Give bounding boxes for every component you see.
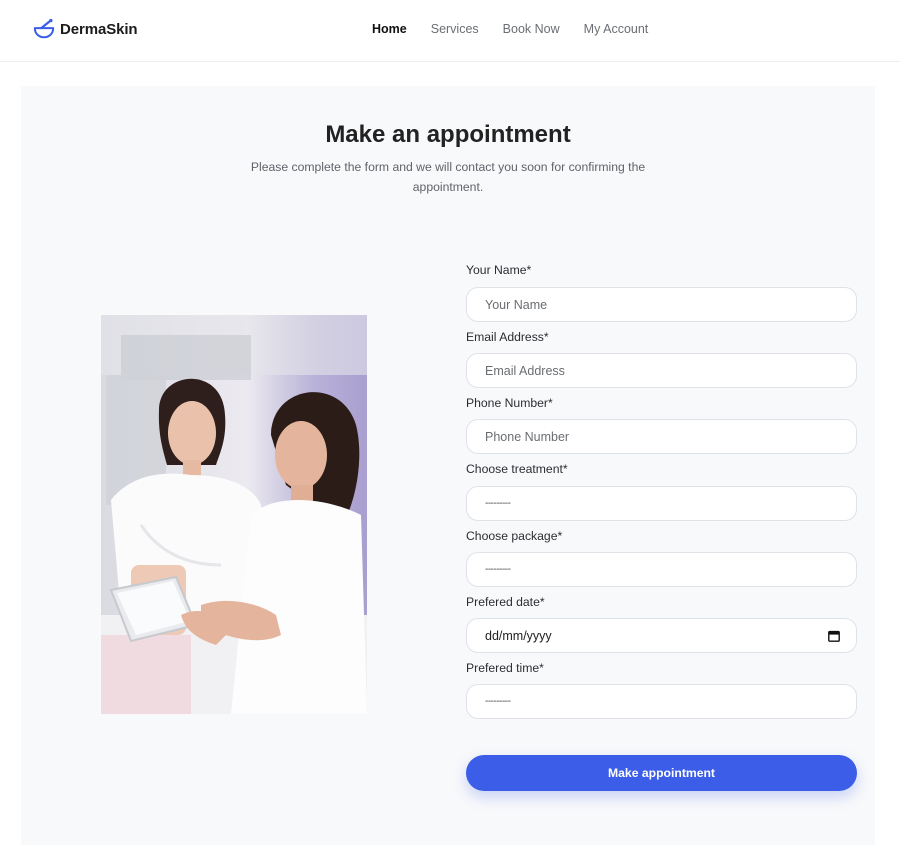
date-label: Prefered date* bbox=[466, 595, 545, 609]
nav-home[interactable]: Home bbox=[372, 22, 407, 36]
email-field[interactable] bbox=[466, 353, 857, 388]
time-label: Prefered time* bbox=[466, 661, 544, 675]
package-label: Choose package* bbox=[466, 529, 563, 543]
phone-input[interactable] bbox=[485, 429, 838, 444]
phone-label: Phone Number* bbox=[466, 396, 553, 410]
page-subtitle: Please complete the form and we will con… bbox=[250, 160, 646, 194]
name-label: Your Name* bbox=[466, 263, 532, 277]
email-input[interactable] bbox=[485, 363, 838, 378]
name-field[interactable] bbox=[466, 287, 857, 322]
treatment-consultation-photo bbox=[101, 315, 367, 714]
brand-logo[interactable]: DermaSkin bbox=[33, 16, 138, 42]
date-field[interactable]: dd/mm/yyyy bbox=[466, 618, 857, 653]
treatment-select-value: --------- bbox=[485, 498, 511, 509]
mortar-pestle-icon bbox=[33, 18, 55, 39]
brand-name: DermaSkin bbox=[60, 20, 138, 38]
date-value: dd/mm/yyyy bbox=[485, 628, 552, 643]
treatment-label: Choose treatment* bbox=[466, 462, 568, 476]
name-input[interactable] bbox=[485, 297, 838, 312]
package-select-value: --------- bbox=[485, 564, 511, 575]
phone-field[interactable] bbox=[466, 419, 857, 454]
time-select[interactable]: --------- bbox=[466, 684, 857, 719]
calendar-icon[interactable] bbox=[828, 630, 840, 642]
nav-services[interactable]: Services bbox=[431, 22, 479, 36]
email-label: Email Address* bbox=[466, 330, 549, 344]
main-nav: Home Services Book Now My Account bbox=[372, 22, 648, 36]
package-select[interactable]: --------- bbox=[466, 552, 857, 587]
make-appointment-button[interactable]: Make appointment bbox=[466, 755, 857, 791]
nav-book-now[interactable]: Book Now bbox=[503, 22, 560, 36]
nav-my-account[interactable]: My Account bbox=[584, 22, 649, 36]
page-title: Make an appointment bbox=[325, 121, 571, 148]
time-select-value: --------- bbox=[485, 696, 511, 707]
top-navbar: DermaSkin Home Services Book Now My Acco… bbox=[0, 0, 900, 62]
treatment-select[interactable]: --------- bbox=[466, 486, 857, 521]
